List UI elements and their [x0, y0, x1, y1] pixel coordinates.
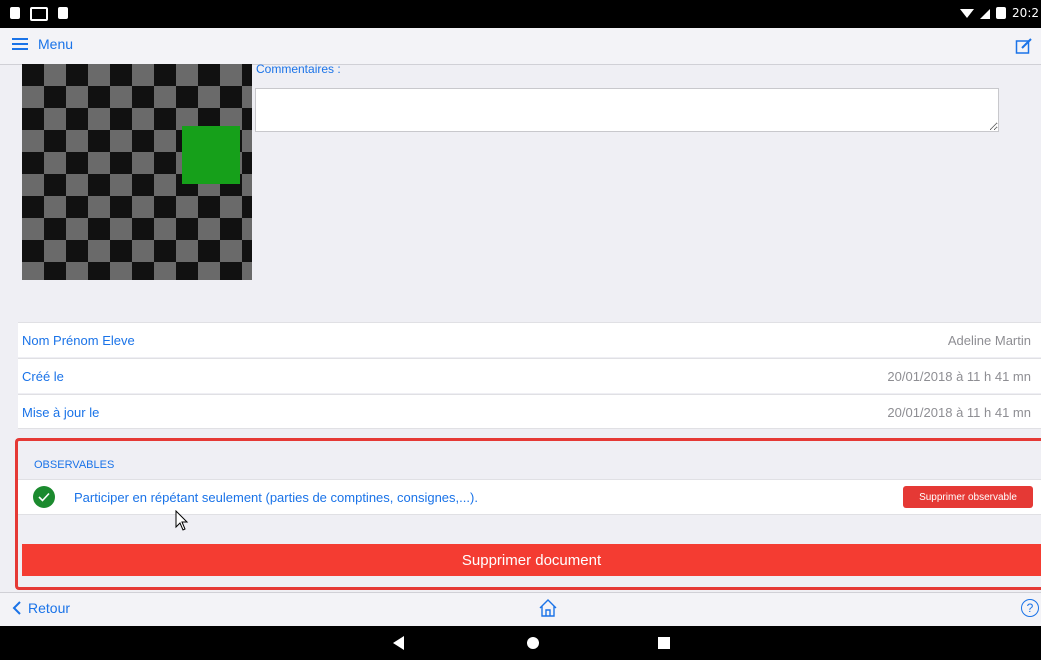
status-time: 20:2: [1012, 6, 1039, 20]
info-value: 20/01/2018 à 11 h 41 mn: [887, 369, 1031, 384]
back-label: Retour: [28, 600, 71, 616]
hamburger-icon: [12, 38, 28, 50]
info-label: Mise à jour le: [22, 405, 100, 420]
chevron-left-icon: [12, 601, 21, 615]
info-value: 20/01/2018 à 11 h 41 mn: [887, 405, 1031, 420]
clipboard-icon: [58, 7, 68, 19]
android-home-icon[interactable]: [527, 637, 539, 649]
top-nav: Menu: [0, 28, 1041, 65]
info-label: Nom Prénom Eleve: [22, 333, 135, 348]
android-back-icon[interactable]: [393, 636, 405, 650]
comments-label: Commentaires :: [256, 62, 341, 76]
observable-text: Participer en répétant seulement (partie…: [74, 490, 478, 505]
info-row-updated: Mise à jour le 20/01/2018 à 11 h 41 mn: [18, 394, 1041, 429]
check-circle-icon: [33, 486, 55, 508]
back-button[interactable]: Retour: [12, 600, 70, 616]
delete-observable-button[interactable]: Supprimer observable: [903, 486, 1033, 508]
menu-label: Menu: [38, 36, 74, 52]
document-photo[interactable]: [22, 64, 252, 280]
info-row-created: Créé le 20/01/2018 à 11 h 41 mn: [18, 358, 1041, 393]
status-bar: 20:2: [0, 0, 1041, 28]
help-icon[interactable]: ?: [1021, 599, 1039, 617]
info-value: Adeline Martin: [947, 333, 1031, 348]
info-label: Créé le: [22, 369, 64, 384]
wifi-icon: [960, 9, 975, 18]
mouse-cursor-icon: [175, 510, 189, 531]
menu-button[interactable]: Menu: [12, 36, 73, 52]
info-row-student: Nom Prénom Eleve Adeline Martin: [18, 322, 1041, 357]
photo-green-square: [182, 126, 240, 184]
notification-icon: [10, 7, 20, 19]
edit-icon[interactable]: [1015, 37, 1033, 55]
android-recents-icon[interactable]: [658, 637, 670, 649]
delete-document-button[interactable]: Supprimer document: [22, 544, 1041, 576]
gallery-icon: [30, 7, 48, 21]
observable-item: Participer en répétant seulement (partie…: [18, 479, 1041, 515]
bottom-toolbar: Retour ?: [0, 592, 1041, 627]
android-nav-bar: [0, 626, 1041, 660]
battery-icon: [996, 7, 1007, 19]
home-icon[interactable]: [538, 598, 558, 618]
signal-icon: [980, 9, 991, 19]
observables-title: OBSERVABLES: [34, 459, 115, 471]
comments-textarea[interactable]: [255, 88, 999, 132]
